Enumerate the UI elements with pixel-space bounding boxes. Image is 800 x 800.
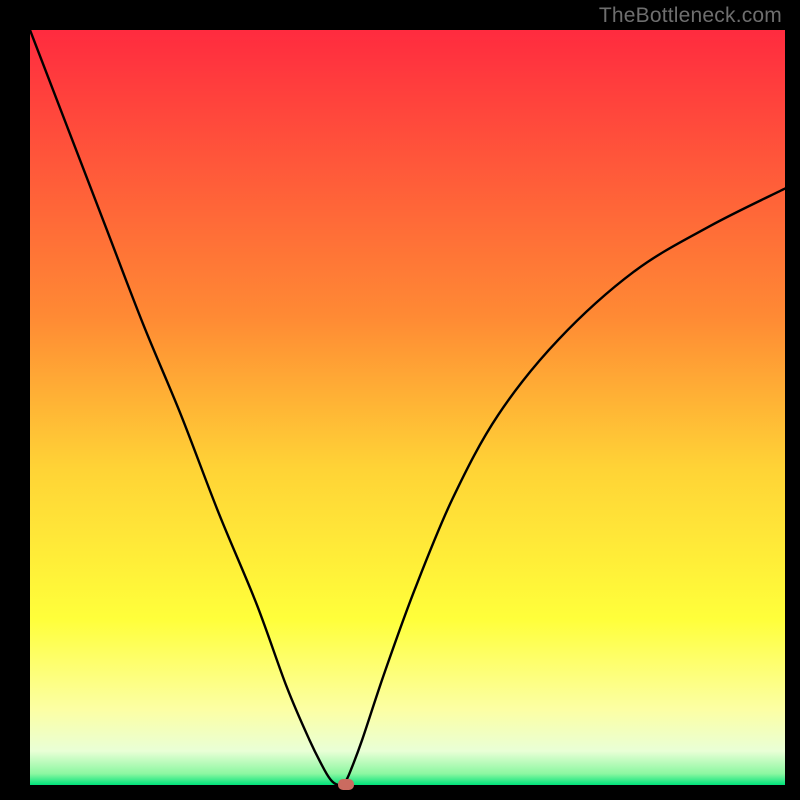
chart-background bbox=[30, 30, 785, 785]
chart-canvas bbox=[30, 30, 785, 785]
optimum-marker bbox=[338, 779, 354, 790]
watermark-text: TheBottleneck.com bbox=[599, 4, 782, 28]
